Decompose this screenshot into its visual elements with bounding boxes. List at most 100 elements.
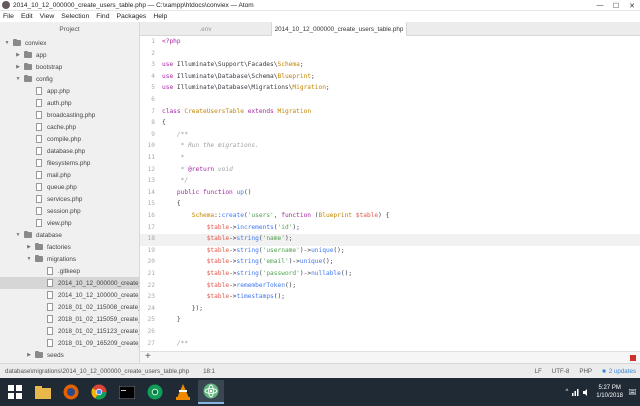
code-line[interactable]: $table->rememberToken(); bbox=[162, 282, 296, 289]
line-number[interactable]: 26 bbox=[140, 328, 155, 335]
tree-file[interactable]: filesystems.php bbox=[0, 157, 139, 169]
line-number[interactable]: 5 bbox=[140, 84, 155, 91]
code-line[interactable]: { bbox=[162, 200, 181, 207]
line-number[interactable]: 24 bbox=[140, 305, 155, 312]
code-line[interactable]: $table->increments('id'); bbox=[162, 224, 300, 231]
code-editor[interactable]: 1 2 3 4 5 6 7 8 9 10 11 12 13 14 15 16 17 18 19 20 21 22 23 24 2… bbox=[140, 36, 640, 351]
status-grammar[interactable]: PHP bbox=[579, 368, 592, 375]
line-number[interactable]: 6 bbox=[140, 96, 155, 103]
tree-file[interactable]: 2018_01_02_115123_create_conve bbox=[0, 325, 139, 337]
chevron-down-icon[interactable]: ▼ bbox=[15, 76, 21, 82]
line-number[interactable]: 4 bbox=[140, 73, 155, 80]
menu-find[interactable]: Find bbox=[96, 13, 109, 20]
maximize-button[interactable]: ☐ bbox=[608, 0, 624, 11]
status-file-path[interactable]: database\migrations\2014_10_12_000000_cr… bbox=[5, 368, 189, 375]
status-updates[interactable]: 2 updates bbox=[609, 368, 636, 375]
code-line[interactable]: $table->string('name'); bbox=[162, 235, 293, 242]
status-line-ending[interactable]: LF bbox=[535, 368, 542, 375]
code-line[interactable]: use Illuminate\Database\Schema\Blueprint… bbox=[162, 73, 315, 80]
code-line[interactable]: }); bbox=[162, 305, 203, 312]
tree-file[interactable]: app.php bbox=[0, 85, 139, 97]
tree-file[interactable]: 2018_01_09_165209_create_conve bbox=[0, 337, 139, 349]
tree-file[interactable]: .gitkeep bbox=[0, 265, 139, 277]
tree-folder[interactable]: ▼ migrations bbox=[0, 253, 139, 265]
firefox-button[interactable] bbox=[58, 380, 84, 404]
taskbar-clock[interactable]: 5:27 PM 1/10/2018 bbox=[596, 384, 623, 400]
line-number[interactable]: 22 bbox=[140, 282, 155, 289]
line-number[interactable]: 14 bbox=[140, 189, 155, 196]
line-number[interactable]: 2 bbox=[140, 50, 155, 57]
status-cursor-position[interactable]: 18:1 bbox=[203, 368, 215, 375]
chevron-right-icon[interactable]: ▶ bbox=[26, 244, 32, 250]
tree-file[interactable]: services.php bbox=[0, 193, 139, 205]
tree-file[interactable]: compile.php bbox=[0, 133, 139, 145]
code-line[interactable]: } bbox=[162, 316, 181, 323]
tab-env[interactable]: .env bbox=[140, 22, 271, 36]
code-line[interactable]: * @return void bbox=[162, 166, 233, 173]
line-number[interactable]: 27 bbox=[140, 340, 155, 347]
code-line[interactable]: $table->string('password')->nullable(); bbox=[162, 270, 352, 277]
chrome-button[interactable] bbox=[86, 380, 112, 404]
tree-file[interactable]: 2018_01_02_115008_create_mess bbox=[0, 301, 139, 313]
line-number[interactable]: 10 bbox=[140, 142, 155, 149]
line-number[interactable]: 1 bbox=[140, 38, 155, 45]
tree-file[interactable]: database.php bbox=[0, 145, 139, 157]
tree-file[interactable]: 2014_10_12_100000_create_passv bbox=[0, 289, 139, 301]
code-line[interactable]: * Run the migrations. bbox=[162, 142, 259, 149]
chevron-down-icon[interactable]: ▼ bbox=[4, 40, 10, 46]
minimize-button[interactable]: — bbox=[592, 0, 608, 11]
code-line[interactable]: /** bbox=[162, 340, 188, 347]
chevron-down-icon[interactable]: ▼ bbox=[26, 256, 32, 262]
chevron-right-icon[interactable]: ▶ bbox=[15, 64, 21, 70]
tree-file[interactable]: auth.php bbox=[0, 97, 139, 109]
tree-file[interactable]: session.php bbox=[0, 205, 139, 217]
line-number[interactable]: 15 bbox=[140, 200, 155, 207]
status-encoding[interactable]: UTF-8 bbox=[552, 368, 570, 375]
line-number[interactable]: 18 bbox=[140, 235, 155, 242]
line-number[interactable]: 23 bbox=[140, 293, 155, 300]
atom-taskbar-button[interactable] bbox=[198, 380, 224, 404]
chevron-right-icon[interactable]: ▶ bbox=[15, 52, 21, 58]
windows-start-button[interactable] bbox=[2, 380, 28, 404]
line-number[interactable]: 12 bbox=[140, 166, 155, 173]
tree-folder[interactable]: ▼ database bbox=[0, 229, 139, 241]
code-line[interactable]: $table->timestamps(); bbox=[162, 293, 285, 300]
line-number[interactable]: 21 bbox=[140, 270, 155, 277]
code-line[interactable]: $table->string('email')->unique(); bbox=[162, 258, 334, 265]
vlc-button[interactable] bbox=[170, 380, 196, 404]
chrome-alt-button[interactable] bbox=[142, 380, 168, 404]
tree-folder[interactable]: ▶ factories bbox=[0, 241, 139, 253]
code-line[interactable]: $table->string('username')->unique(); bbox=[162, 247, 345, 254]
code-line[interactable]: /** bbox=[162, 131, 188, 138]
line-number[interactable]: 11 bbox=[140, 154, 155, 161]
notifications-icon[interactable] bbox=[629, 388, 636, 396]
network-icon[interactable] bbox=[572, 388, 579, 396]
menu-file[interactable]: File bbox=[3, 13, 14, 20]
tree-file[interactable]: 2018_01_02_115059_create_conve bbox=[0, 313, 139, 325]
line-number[interactable]: 19 bbox=[140, 247, 155, 254]
tree-folder[interactable]: ▶ bootstrap bbox=[0, 61, 139, 73]
line-number[interactable]: 8 bbox=[140, 119, 155, 126]
tree-file[interactable]: cache.php bbox=[0, 121, 139, 133]
line-number[interactable]: 3 bbox=[140, 61, 155, 68]
close-button[interactable]: ✕ bbox=[624, 0, 640, 11]
line-number[interactable]: 16 bbox=[140, 212, 155, 219]
tab-create-users-table[interactable]: 2014_10_12_000000_create_users_table.php bbox=[271, 22, 407, 36]
code-line[interactable]: use Illuminate\Support\Facades\Schema; bbox=[162, 61, 304, 68]
tree-folder[interactable]: ▼ conviex bbox=[0, 37, 139, 49]
code-line[interactable]: */ bbox=[162, 177, 188, 184]
code-line[interactable]: class CreateUsersTable extends Migration bbox=[162, 108, 311, 115]
menu-help[interactable]: Help bbox=[153, 13, 167, 20]
line-number[interactable]: 13 bbox=[140, 177, 155, 184]
menu-selection[interactable]: Selection bbox=[61, 13, 89, 20]
add-icon[interactable]: + bbox=[145, 351, 151, 362]
line-number[interactable]: 25 bbox=[140, 316, 155, 323]
line-number[interactable]: 9 bbox=[140, 131, 155, 138]
chevron-right-icon[interactable]: ▶ bbox=[26, 352, 32, 358]
chevron-down-icon[interactable]: ▼ bbox=[15, 232, 21, 238]
tray-up-arrow-icon[interactable]: ^ bbox=[565, 389, 568, 395]
tree-folder[interactable]: ▼ config bbox=[0, 73, 139, 85]
tree-folder[interactable]: ▶ seeds bbox=[0, 349, 139, 361]
tree-folder[interactable]: ▶ app bbox=[0, 49, 139, 61]
file-explorer-button[interactable] bbox=[30, 380, 56, 404]
